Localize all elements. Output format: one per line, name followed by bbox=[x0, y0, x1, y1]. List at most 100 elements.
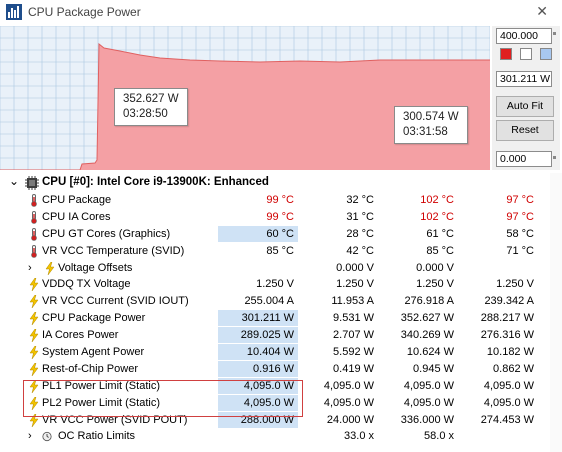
lightning-bolt-icon bbox=[29, 346, 39, 360]
sensor-row[interactable]: › OC Ratio Limits 33.0 x 58.0 x bbox=[0, 428, 550, 445]
min-value: 4,095.0 W bbox=[323, 396, 374, 409]
avg-value: 97 °C bbox=[506, 194, 534, 206]
power-limit-highlight-box bbox=[23, 380, 303, 417]
color-swatch-blue[interactable] bbox=[540, 48, 552, 60]
auto-fit-button[interactable]: Auto Fit bbox=[496, 96, 554, 117]
lightning-bolt-icon bbox=[29, 295, 39, 309]
clock-icon bbox=[42, 432, 52, 442]
expand-chevron-icon[interactable]: › bbox=[28, 260, 32, 277]
thermometer-icon bbox=[31, 194, 37, 207]
lightning-bolt-icon bbox=[29, 278, 39, 292]
color-swatch-red[interactable] bbox=[500, 48, 512, 60]
sensor-label: CPU Package bbox=[42, 194, 112, 206]
scroll-tick-bottom bbox=[553, 156, 556, 159]
sensor-label: VR VCC Current (SVID IOUT) bbox=[42, 295, 189, 308]
max-value: 336.000 W bbox=[400, 413, 454, 426]
current-value: 60 °C bbox=[218, 225, 298, 242]
sensor-row[interactable]: Rest-of-Chip Power 0.916 W 0.419 W 0.945 W 0… bbox=[0, 360, 550, 378]
max-value: 102 °C bbox=[420, 194, 454, 206]
sensor-label: Voltage Offsets bbox=[58, 261, 133, 274]
avg-value: 58 °C bbox=[506, 227, 534, 240]
avg-value: 288.217 W bbox=[480, 312, 534, 325]
tooltip-peak-time: 03:28:50 bbox=[123, 108, 168, 120]
window-title: CPU Package Power bbox=[28, 5, 141, 19]
sensor-label: VR VCC Temperature (SVID) bbox=[42, 244, 185, 257]
min-value: 33.0 x bbox=[344, 430, 374, 443]
sensor-label: CPU GT Cores (Graphics) bbox=[42, 227, 171, 240]
avg-value: 276.316 W bbox=[480, 329, 534, 342]
thermometer-icon bbox=[31, 210, 37, 224]
min-value: 0.419 W bbox=[333, 362, 374, 375]
current-value-field: 301.211 W bbox=[496, 71, 552, 87]
avg-value: 4,095.0 W bbox=[483, 396, 534, 409]
max-value: 1.250 V bbox=[416, 278, 454, 291]
min-value: 0.000 V bbox=[336, 261, 374, 274]
tooltip-peak: 352.627 W 03:28:50 bbox=[114, 88, 188, 126]
min-value: 28 °C bbox=[346, 227, 374, 240]
current-value: 301.211 W bbox=[218, 310, 298, 327]
max-value: 340.269 W bbox=[400, 329, 454, 342]
current-value bbox=[218, 260, 298, 276]
max-value: 4,095.0 W bbox=[403, 379, 454, 392]
max-value: 10.624 W bbox=[406, 346, 454, 359]
max-value-field[interactable]: 400.000 bbox=[496, 28, 552, 44]
lightning-bolt-icon bbox=[29, 312, 39, 326]
sensor-row[interactable]: System Agent Power 10.404 W 5.592 W 10.624 … bbox=[0, 344, 550, 361]
sensor-row[interactable]: CPU Package 99 °C 32 °C 102 °C 97 °C bbox=[0, 192, 550, 209]
cpu-group-label: CPU [#0]: Intel Core i9-13900K: Enhanced bbox=[42, 176, 269, 188]
sensor-row[interactable]: IA Cores Power 289.025 W 2.707 W 340.269 W 2… bbox=[0, 327, 550, 344]
graph-control-panel: 400.000 301.211 W Auto Fit Reset 0.000 bbox=[492, 26, 560, 170]
title-bar: CPU Package Power ✕ bbox=[0, 0, 562, 24]
avg-value: 1.250 V bbox=[496, 278, 534, 291]
thermometer-icon bbox=[31, 227, 37, 241]
sensor-row[interactable]: VDDQ TX Voltage 1.250 V 1.250 V 1.250 V 1.25… bbox=[0, 276, 550, 293]
sensor-label: IA Cores Power bbox=[42, 329, 119, 342]
max-value: 4,095.0 W bbox=[403, 396, 454, 409]
min-value: 42 °C bbox=[346, 244, 374, 257]
thermometer-icon bbox=[31, 244, 37, 258]
collapse-icon[interactable]: ⌄ bbox=[9, 172, 19, 191]
current-value: 99 °C bbox=[266, 194, 294, 206]
sensor-row[interactable]: CPU GT Cores (Graphics) 60 °C 28 °C 61 °C 58… bbox=[0, 225, 550, 243]
avg-value: 239.342 A bbox=[484, 295, 534, 308]
table-scrollbar[interactable] bbox=[550, 173, 562, 452]
sensor-label: VDDQ TX Voltage bbox=[42, 278, 131, 291]
current-value bbox=[218, 428, 298, 444]
max-value: 352.627 W bbox=[400, 312, 454, 325]
current-value: 1.250 V bbox=[256, 278, 294, 291]
reset-button[interactable]: Reset bbox=[496, 120, 554, 141]
color-swatch-white[interactable] bbox=[520, 48, 532, 60]
power-graph[interactable]: 352.627 W 03:28:50 300.574 W 03:31:58 bbox=[0, 25, 491, 171]
current-value: 289.025 W bbox=[218, 327, 298, 344]
max-value: 0.000 V bbox=[416, 261, 454, 274]
close-icon[interactable]: ✕ bbox=[536, 3, 548, 20]
sensor-row[interactable]: VR VCC Temperature (SVID) 85 °C 42 °C 85 °C… bbox=[0, 243, 550, 260]
tooltip-current: 300.574 W 03:31:58 bbox=[394, 106, 468, 144]
avg-value: 0.862 W bbox=[493, 362, 534, 375]
sensor-row[interactable]: › Voltage Offsets 0.000 V 0.000 V bbox=[0, 260, 550, 277]
sensor-label: Rest-of-Chip Power bbox=[42, 362, 138, 375]
min-value: 2.707 W bbox=[333, 329, 374, 342]
current-value: 0.916 W bbox=[218, 360, 298, 377]
current-value: 10.404 W bbox=[218, 344, 298, 361]
sensor-row[interactable]: CPU Package Power 301.211 W 9.531 W 352.627… bbox=[0, 310, 550, 327]
avg-value: 10.182 W bbox=[486, 346, 534, 359]
min-value-field[interactable]: 0.000 bbox=[496, 151, 552, 167]
expand-chevron-icon[interactable]: › bbox=[28, 428, 32, 445]
app-icon bbox=[6, 4, 22, 20]
lightning-bolt-icon bbox=[45, 261, 55, 275]
cpu-group-header[interactable]: ⌄ CPU [#0]: Intel Core i9-13900K: Enhanc… bbox=[0, 173, 550, 192]
min-value: 5.592 W bbox=[333, 346, 374, 359]
cpu-chip-icon bbox=[25, 176, 39, 190]
avg-value: 97 °C bbox=[506, 210, 534, 223]
scroll-tick-top bbox=[553, 32, 556, 35]
max-value: 102 °C bbox=[420, 210, 454, 223]
tooltip-current-value: 300.574 W bbox=[403, 111, 459, 123]
sensor-row[interactable]: CPU IA Cores 99 °C 31 °C 102 °C 97 °C bbox=[0, 209, 550, 226]
min-value: 31 °C bbox=[346, 210, 374, 223]
max-value: 0.945 W bbox=[413, 362, 454, 375]
current-value: 99 °C bbox=[266, 210, 294, 223]
sensor-row[interactable]: VR VCC Current (SVID IOUT) 255.004 A 11.95… bbox=[0, 293, 550, 310]
avg-value: 4,095.0 W bbox=[483, 379, 534, 392]
sensor-label: CPU IA Cores bbox=[42, 210, 111, 223]
